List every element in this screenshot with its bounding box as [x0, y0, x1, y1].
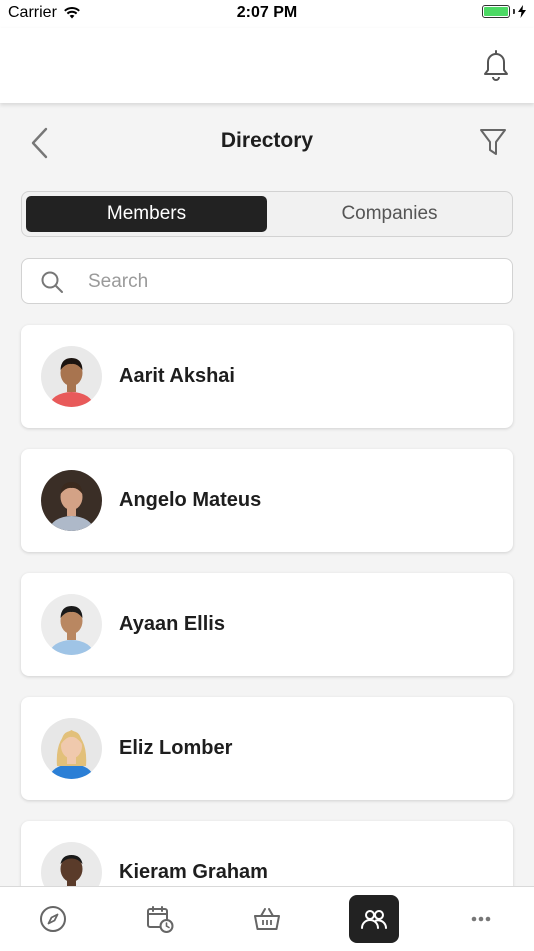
bell-icon[interactable]: [482, 48, 510, 82]
search-input[interactable]: [86, 265, 490, 299]
member-card[interactable]: Aarit Akshai: [21, 325, 513, 428]
search-bar: [21, 258, 513, 304]
avatar-image: [41, 594, 102, 655]
filter-icon[interactable]: [478, 126, 508, 158]
avatar: [41, 470, 102, 531]
basket-icon: [254, 908, 280, 930]
avatar: [41, 346, 102, 407]
avatar: [41, 594, 102, 655]
avatar-image: [41, 346, 102, 407]
tab-bar: [0, 886, 534, 951]
more-icon: [471, 916, 491, 922]
search-icon: [41, 271, 63, 293]
avatar-image: [41, 470, 102, 531]
member-name: Ayaan Ellis: [119, 613, 225, 635]
tab-directory[interactable]: [349, 895, 399, 943]
page-title: Directory: [220, 129, 314, 152]
member-card[interactable]: Ayaan Ellis: [21, 573, 513, 676]
tab-explore[interactable]: [28, 895, 78, 943]
people-icon: [361, 910, 387, 929]
charging-bolt-icon: [518, 5, 526, 18]
battery-indicator: [482, 5, 526, 18]
top-bar: [0, 28, 534, 103]
tab-schedule[interactable]: [135, 895, 185, 943]
members-tab[interactable]: Members: [26, 196, 267, 232]
member-list: Aarit Akshai Angelo Mateus Ayaan Ellis E…: [21, 325, 513, 945]
status-time: 2:07 PM: [236, 4, 298, 21]
battery-icon: [482, 5, 510, 18]
member-name: Eliz Lomber: [119, 737, 233, 759]
member-card[interactable]: Eliz Lomber: [21, 697, 513, 800]
navigation-bar: Directory: [0, 115, 534, 171]
member-name: Angelo Mateus: [119, 489, 262, 511]
member-name: Aarit Akshai: [119, 365, 235, 387]
tab-shop[interactable]: [242, 895, 292, 943]
segmented-control: Members Companies: [21, 191, 513, 237]
member-card[interactable]: Angelo Mateus: [21, 449, 513, 552]
calendar-clock-icon: [147, 906, 174, 933]
avatar-image: [41, 718, 102, 779]
tab-more[interactable]: [456, 895, 506, 943]
avatar: [41, 718, 102, 779]
member-name: Kieram Graham: [119, 861, 268, 883]
status-bar: Carrier 2:07 PM: [0, 0, 534, 28]
compass-icon: [40, 906, 66, 932]
companies-tab[interactable]: Companies: [269, 196, 510, 232]
